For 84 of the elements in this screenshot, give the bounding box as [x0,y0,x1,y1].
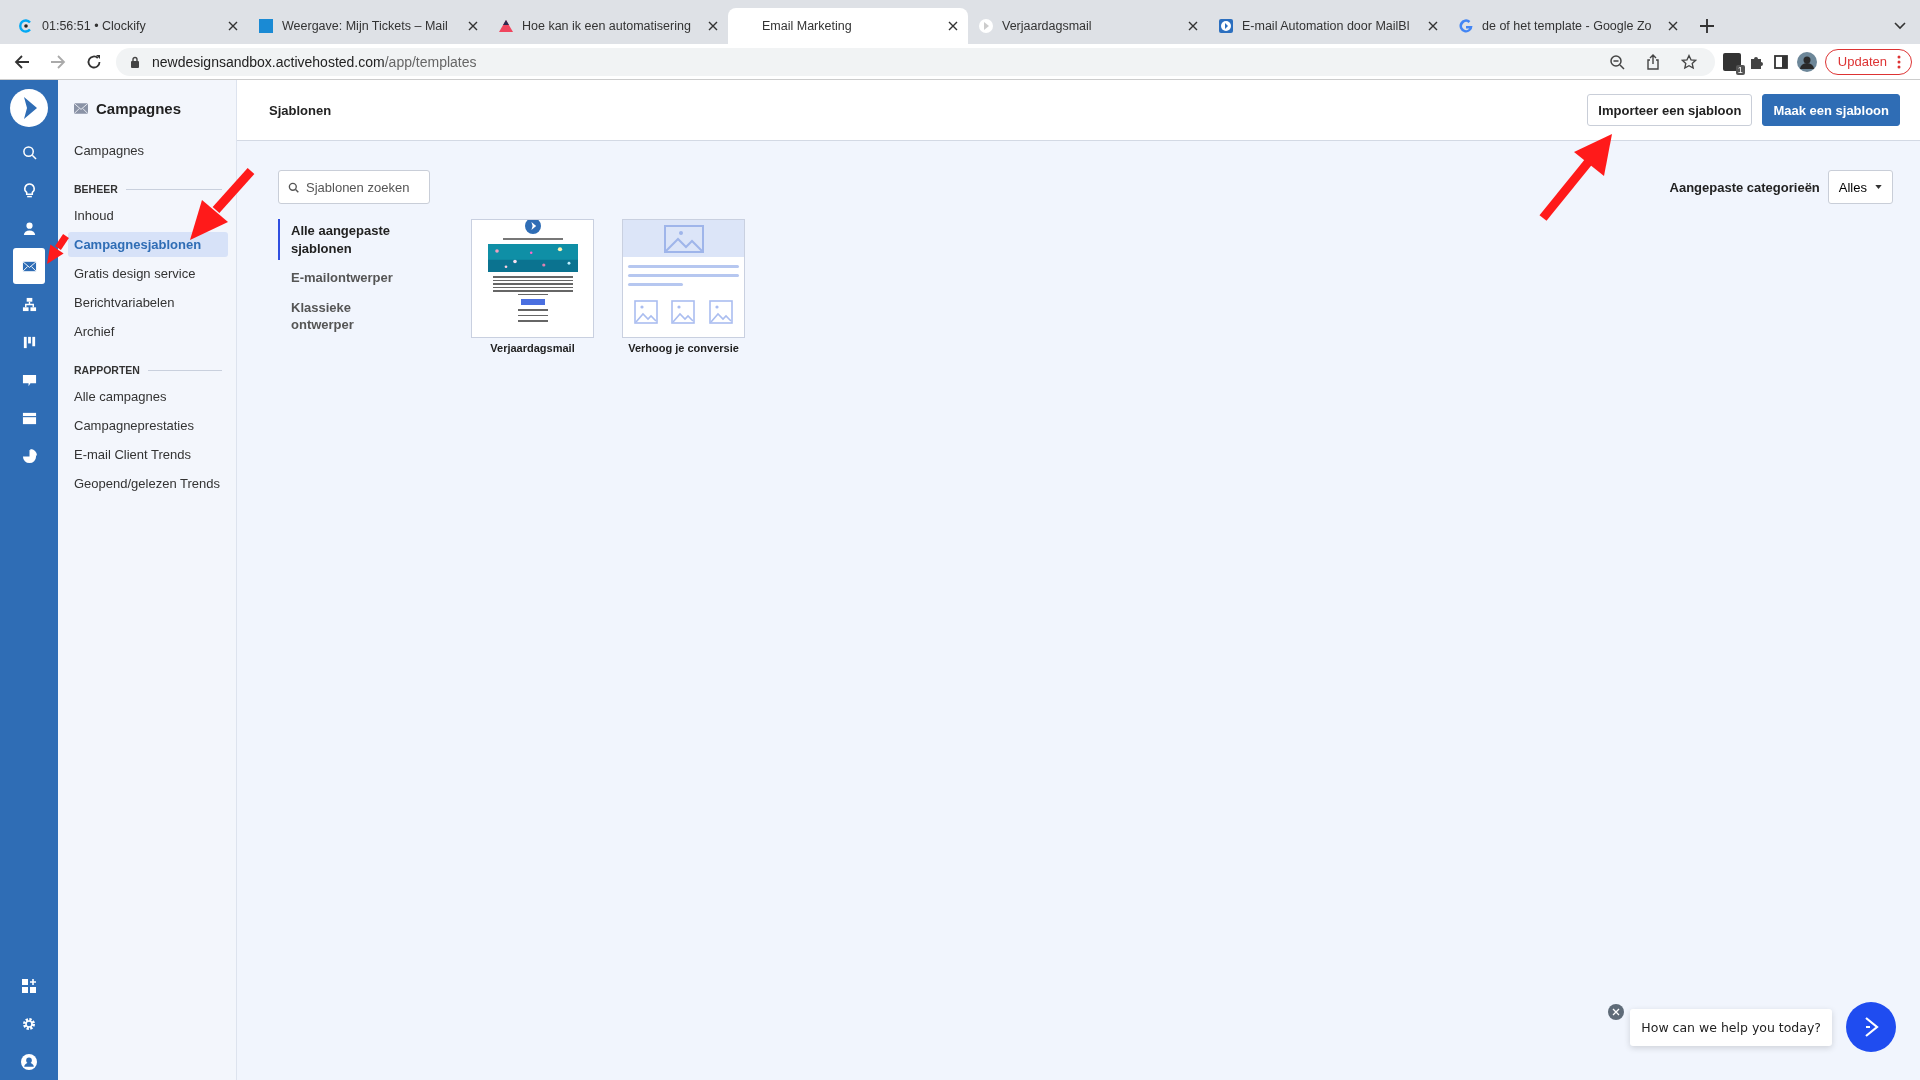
triangle-icon [498,18,514,34]
image-icon [671,300,696,324]
tab-title: E-mail Automation door MailBl [1242,19,1411,33]
tab-title: de of het template - Google Zo [1482,19,1653,33]
text-line-drawing [502,238,563,240]
chevron-down-icon[interactable] [1894,22,1906,30]
email-button-drawing [520,299,545,305]
search-field[interactable]: Sjablonen zoeken [278,170,430,204]
envelope-icon [74,102,88,114]
more-icon[interactable] [1897,54,1901,69]
browser-tab[interactable]: E-mail Automation door MailBl [1208,8,1448,44]
avatar-icon[interactable] [1796,51,1817,72]
create-template-button[interactable]: Maak een sjabloon [1762,94,1900,126]
logo-icon[interactable] [9,88,49,128]
section-heading: BEHEER [74,183,118,195]
chat-bubble[interactable]: How can we help you today? [1630,1008,1832,1046]
chat-launcher-icon[interactable] [1846,1002,1896,1052]
footer-lines-drawing [517,309,548,322]
tab-title: Verjaardagsmail [1002,19,1093,33]
browser-tab[interactable]: Hoe kan ik een automatisering [488,8,728,44]
page-title: Sjablonen [269,102,332,118]
envelope-icon[interactable] [13,248,45,284]
browser-tab[interactable]: de of het template - Google Zo [1448,8,1688,44]
image-icon [633,300,658,324]
tab-title: 01:56:51 • Clockify [42,19,147,33]
play-circle-icon [978,18,994,34]
close-icon[interactable] [708,21,718,31]
sidebar-item[interactable]: Archief [68,319,228,344]
sidebar-item[interactable]: Campagnesjablonen [68,232,228,257]
url-text: newdesignsandbox.activehosted.com/app/templates [152,53,477,70]
filter-item[interactable]: Alle aangepaste sjablonen [278,219,422,261]
add-apps-icon[interactable] [21,978,37,994]
close-icon[interactable] [1608,1004,1625,1020]
close-icon[interactable] [228,21,238,31]
play-square-icon [1218,18,1234,34]
image-icon [663,224,704,253]
tab-title: Email Marketing [762,19,853,33]
template-name: Verhoog je conversie [628,342,739,354]
tab-title: Weergave: Mijn Tickets – Mail [282,19,449,33]
annotation-arrow [190,168,255,240]
close-icon[interactable] [1188,21,1198,31]
image-icon [709,300,734,324]
clock-c-icon [18,18,34,34]
caret-icon [1875,185,1882,189]
sidebar-item[interactable]: Alle campagnes [68,384,228,409]
close-icon[interactable] [1668,21,1678,31]
sidebar-item[interactable]: Inhoud [68,203,228,228]
search-icon [288,182,299,193]
section-heading: RAPPORTEN [74,364,140,376]
settings-icon[interactable] [21,1016,37,1032]
sidebar-title: Campagnes [96,99,182,117]
category-dropdown[interactable]: Alles [1827,170,1893,204]
sidebar-item[interactable]: Gratis design service [68,261,228,286]
close-icon[interactable] [948,21,958,31]
tile-icon [258,18,274,34]
tab-title: Hoe kan ik een automatisering [522,19,692,33]
logo-icon [524,220,541,234]
lock-icon [130,55,140,68]
g-icon [1458,18,1474,34]
import-template-button[interactable]: Importeer een sjabloon [1587,94,1753,126]
update-button[interactable]: Updaten [1824,48,1912,75]
filter-item[interactable]: E-mailontwerper [278,266,422,290]
category-label: Aangepaste categorieën [1669,179,1820,195]
browser-tab[interactable]: 01:56:51 • Clockify [8,8,248,44]
browser-tab[interactable]: Verjaardagsmail [968,8,1208,44]
sidebar-item[interactable]: Berichtvariabelen [68,290,228,315]
layout-template-thumbnail[interactable] [622,219,745,338]
browser-tab[interactable]: Email Marketing [728,8,968,44]
browser-tab[interactable]: Weergave: Mijn Tickets – Mail [248,8,488,44]
close-icon[interactable] [1428,21,1438,31]
new-tab-icon[interactable] [1700,19,1714,33]
filter-item[interactable]: Klassieke ontwerper [278,295,422,337]
address-field[interactable]: newdesignsandbox.activehosted.com/app/templates [116,47,1715,76]
extension-badge: 1 [1735,64,1745,75]
template-name: Verjaardagsmail [490,342,575,354]
close-icon[interactable] [468,21,478,31]
sidebar-item[interactable]: Geopend/gelezen Trends [68,471,228,496]
sidebar-item[interactable]: Campagnes [68,138,228,163]
email-template-thumbnail[interactable] [471,219,594,338]
sidebar-item[interactable]: Campagneprestaties [68,413,228,438]
annotation-arrow [47,234,69,264]
sidebar-item[interactable]: E-mail Client Trends [68,442,228,467]
side-panel-icon[interactable] [1772,53,1789,70]
account-icon[interactable] [21,1054,37,1070]
